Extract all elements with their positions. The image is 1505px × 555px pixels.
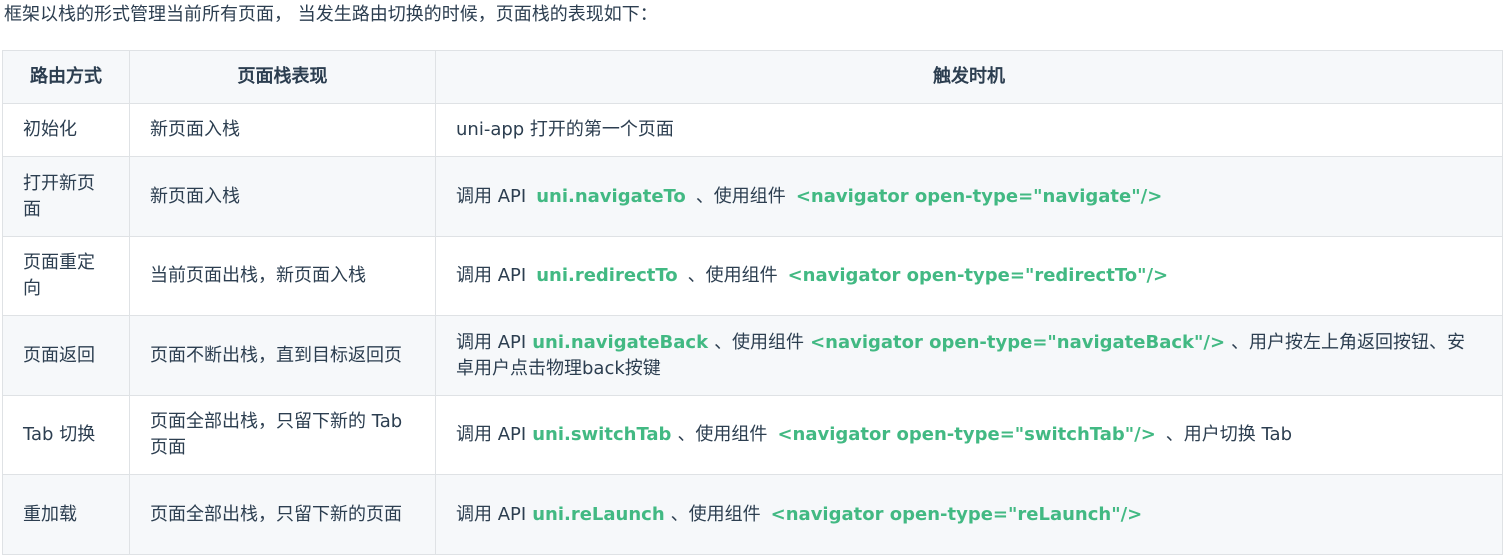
component-code: <navigator open-type="switchTab"/> xyxy=(777,424,1156,445)
table-row: 打开新页面 新页面入栈 调用 API uni.navigateTo 、使用组件 <na… xyxy=(2,156,1503,237)
trigger: uni-app 打开的第一个页面 xyxy=(435,103,1503,157)
api-name: uni.navigateBack xyxy=(532,331,709,353)
page-stack: 新页面入栈 xyxy=(129,156,436,237)
route-method: 初始化 xyxy=(2,103,130,157)
trigger: 调用 API uni.switchTab 、使用组件 <navigator open-… xyxy=(435,395,1503,475)
route-method: 页面重定向 xyxy=(2,236,130,316)
api-name: uni.navigateTo xyxy=(536,185,686,207)
trigger-prefix: 调用 API xyxy=(456,185,527,207)
page-stack: 页面不断出栈，直到目标返回页 xyxy=(129,315,436,396)
trigger-mid: 、使用组件 xyxy=(695,185,786,207)
page-stack: 新页面入栈 xyxy=(129,103,436,157)
api-name: uni.redirectTo xyxy=(536,265,678,286)
trigger-mid: 、使用组件 xyxy=(687,265,778,286)
route-method: 重加载 xyxy=(2,474,130,555)
component-code: <navigator open-type="redirectTo"/> xyxy=(787,265,1169,286)
trigger-mid: 、使用组件 xyxy=(670,503,761,525)
trigger-prefix: 调用 API xyxy=(456,265,527,286)
component-code: <navigator open-type="navigate"/> xyxy=(795,185,1163,207)
table-row: 页面重定向 当前页面出栈，新页面入栈 调用 API uni.redirectTo 、… xyxy=(2,236,1503,316)
intro-text: 框架以栈的形式管理当前所有页面， 当发生路由切换的时候，页面栈的表现如下： xyxy=(4,4,658,25)
trigger-text: uni-app 打开的第一个页面 xyxy=(456,119,674,140)
page-stack: 页面全部出栈，只留下新的 Tab 页面 xyxy=(129,395,436,475)
trigger: 调用 API uni.navigateBack 、使用组件 <navigator op… xyxy=(435,315,1503,396)
table-row: 初始化 新页面入栈 uni-app 打开的第一个页面 xyxy=(2,103,1503,157)
table-row: Tab 切换 页面全部出栈，只留下新的 Tab 页面 调用 API uni.swi… xyxy=(2,395,1503,475)
trigger: 调用 API uni.reLaunch 、使用组件 <navigator open-t… xyxy=(435,474,1503,555)
route-method: 页面返回 xyxy=(2,315,130,396)
page-stack: 页面全部出栈，只留下新的页面 xyxy=(129,474,436,555)
route-method: Tab 切换 xyxy=(2,395,130,475)
trigger-mid: 、使用组件 xyxy=(714,331,805,353)
component-code: <navigator open-type="reLaunch"/> xyxy=(770,503,1143,525)
header-page-stack: 页面栈表现 xyxy=(129,50,436,104)
trigger-prefix: 调用 API xyxy=(456,331,527,353)
trigger-prefix: 调用 API xyxy=(456,503,527,525)
route-table: 路由方式 页面栈表现 触发时机 初始化 新页面入栈 uni-app 打开的第一个… xyxy=(2,50,1503,555)
header-route-method: 路由方式 xyxy=(2,50,130,104)
api-name: uni.switchTab xyxy=(532,424,672,445)
table-header-row: 路由方式 页面栈表现 触发时机 xyxy=(2,50,1503,104)
trigger-prefix: 调用 API xyxy=(456,424,527,445)
table-row: 页面返回 页面不断出栈，直到目标返回页 调用 API uni.navigateBa… xyxy=(2,315,1503,396)
component-code: <navigator open-type="navigateBack"/> xyxy=(810,331,1226,353)
api-name: uni.reLaunch xyxy=(532,503,665,525)
trigger: 调用 API uni.navigateTo 、使用组件 <navigator open… xyxy=(435,156,1503,237)
header-trigger: 触发时机 xyxy=(435,50,1503,104)
page-stack: 当前页面出栈，新页面入栈 xyxy=(129,236,436,316)
route-method: 打开新页面 xyxy=(2,156,130,237)
trigger-suffix: 、用户切换 Tab xyxy=(1165,424,1292,445)
trigger-mid: 、使用组件 xyxy=(677,424,768,445)
table-row: 重加载 页面全部出栈，只留下新的页面 调用 API uni.reLaunch 、使用… xyxy=(2,474,1503,555)
trigger: 调用 API uni.redirectTo 、使用组件 <navigator open… xyxy=(435,236,1503,316)
